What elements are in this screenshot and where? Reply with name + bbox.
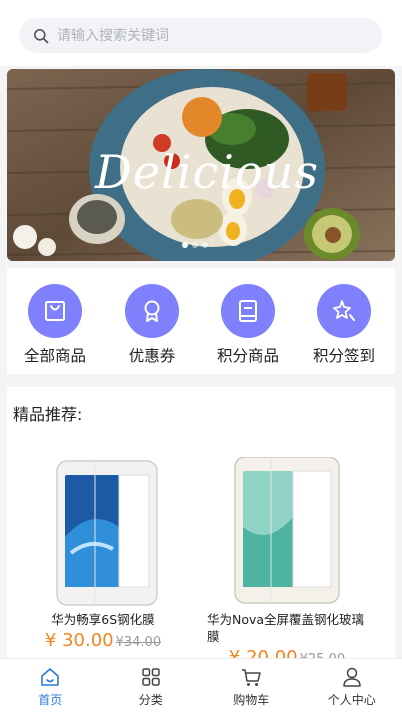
product-image xyxy=(27,457,187,607)
product-card[interactable]: 华为畅享6S钢化膜 ¥ 30.00 ¥34.00 xyxy=(27,457,187,651)
banner-title: Delicious xyxy=(95,145,319,199)
tab-label: 分类 xyxy=(138,693,163,707)
product-card[interactable]: 华为Nova全屏覆盖钢化玻璃膜 ¥ 20.00¥25.00 xyxy=(207,457,367,668)
home-icon xyxy=(41,668,60,686)
category-label: 优惠券 xyxy=(128,347,176,365)
tab-cart[interactable]: 购物车 xyxy=(201,659,302,712)
tab-home[interactable]: 首页 xyxy=(0,659,101,712)
product-image xyxy=(207,457,367,607)
product-name: 华为Nova全屏覆盖钢化玻璃膜 xyxy=(207,612,365,644)
app-screen: Delicious 全部商品 优惠券 xyxy=(0,0,402,712)
category-nav: 全部商品 优惠券 积分商品 积分签到 xyxy=(7,268,395,374)
category-label: 积分商品 xyxy=(216,347,279,365)
category-coupons[interactable]: 优惠券 xyxy=(107,284,197,366)
search-icon xyxy=(34,28,49,43)
category-points-checkin[interactable]: 积分签到 xyxy=(299,284,389,366)
tab-profile[interactable]: 个人中心 xyxy=(302,659,402,712)
tab-label: 首页 xyxy=(38,693,63,707)
tab-label: 个人中心 xyxy=(327,693,376,707)
category-all-products[interactable]: 全部商品 xyxy=(10,284,100,366)
bottom-tab-bar: 首页 分类 购物车 个人中心 xyxy=(0,658,402,712)
search-input[interactable] xyxy=(57,27,357,44)
search-bar-container xyxy=(0,0,402,66)
product-name: 华为畅享6S钢化膜 xyxy=(51,612,155,627)
category-label: 全部商品 xyxy=(23,347,86,365)
user-icon xyxy=(343,667,361,687)
product-price-row: ¥ 30.00 ¥34.00 xyxy=(27,630,187,651)
award-icon xyxy=(144,300,160,322)
tab-label: 购物车 xyxy=(233,693,270,707)
category-points-products[interactable]: 积分商品 xyxy=(203,284,293,366)
section-title: 精品推荐: xyxy=(13,405,83,424)
product-price: ¥ 30.00 xyxy=(44,630,114,651)
cart-icon xyxy=(242,669,261,686)
book-icon xyxy=(239,300,257,322)
category-label: 积分签到 xyxy=(312,347,375,365)
shopping-bag-icon xyxy=(45,301,65,321)
banner-carousel[interactable]: Delicious xyxy=(7,69,395,261)
recommend-section: 精品推荐: 华为畅享6S钢化膜 ¥ 30.00 ¥34.00 华为Nova全屏覆… xyxy=(7,387,395,668)
sparkle-star-icon xyxy=(333,300,355,321)
search-bar[interactable] xyxy=(19,18,382,53)
product-old-price: ¥34.00 xyxy=(115,635,162,650)
tab-category[interactable]: 分类 xyxy=(101,659,202,712)
grid-icon xyxy=(142,668,160,686)
